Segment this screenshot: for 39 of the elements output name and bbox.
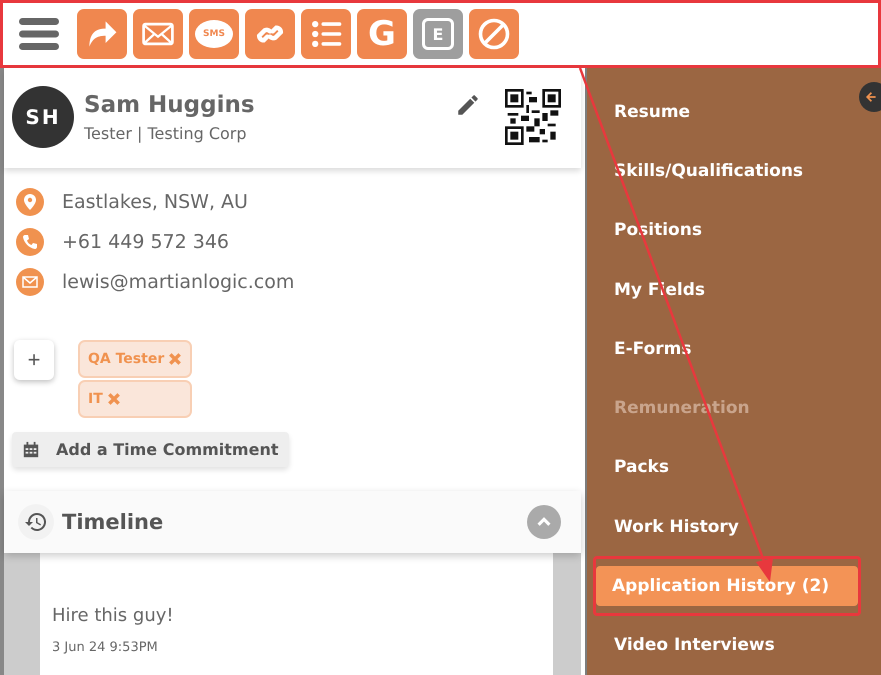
- tag-label: IT: [88, 391, 103, 407]
- add-time-commitment-button[interactable]: Add a Time Commitment: [12, 432, 288, 467]
- sidebar-item[interactable]: Skills/Qualifications: [596, 152, 822, 189]
- contact-text: +61 449 572 346: [62, 231, 230, 253]
- sidebar-item[interactable]: My Fields: [596, 272, 724, 308]
- timeline-title: Timeline: [62, 510, 164, 534]
- sidebar-item[interactable]: Video Interviews: [596, 627, 793, 664]
- menu-icon[interactable]: [19, 17, 59, 51]
- tag-label: QA Tester: [88, 351, 164, 367]
- qr-code-icon: [505, 89, 561, 145]
- google-button[interactable]: G: [357, 9, 407, 59]
- comment-text: Hire this guy!: [52, 605, 175, 626]
- collapse-button[interactable]: [527, 505, 561, 539]
- prohibited-icon: [476, 16, 512, 52]
- remove-icon[interactable]: [106, 392, 121, 406]
- email-button[interactable]: [133, 9, 183, 59]
- share-button[interactable]: [77, 9, 127, 59]
- phone-icon: [16, 228, 44, 256]
- list-button[interactable]: [301, 9, 351, 59]
- sidebar-item[interactable]: Positions: [596, 212, 720, 248]
- link-button[interactable]: [245, 9, 295, 59]
- envelope-icon: [16, 268, 44, 296]
- contact-text: lewis@martianlogic.com: [62, 271, 294, 293]
- comment-date: 3 Jun 24 9:53PM: [52, 640, 159, 655]
- avatar: SH: [12, 86, 74, 148]
- history-icon: [18, 504, 54, 540]
- contact-text: Eastlakes, NSW, AU: [62, 191, 248, 213]
- remove-icon[interactable]: [168, 352, 182, 366]
- sidebar-item[interactable]: Resume: [596, 94, 708, 130]
- calendar-icon: [22, 440, 40, 458]
- block-button[interactable]: [469, 9, 519, 59]
- sidebar-item[interactable]: E-Forms: [596, 330, 710, 367]
- candidate-name: Sam Huggins: [84, 92, 256, 118]
- add-tag-button[interactable]: +: [14, 340, 54, 380]
- candidate-subtitle: Tester | Testing Corp: [84, 124, 248, 142]
- sidebar-item[interactable]: Packs: [596, 449, 687, 486]
- location-pin-icon: [16, 188, 44, 216]
- sidebar-item[interactable]: Work History: [596, 508, 757, 545]
- sms-button[interactable]: SMS: [189, 9, 239, 59]
